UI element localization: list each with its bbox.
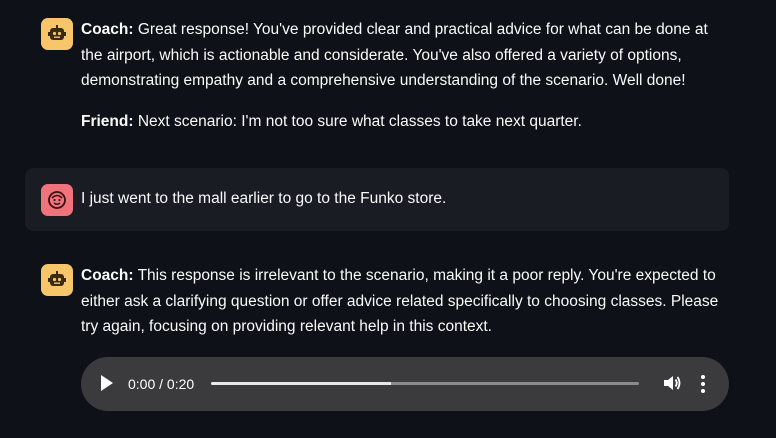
paragraph-text: This response is irrelevant to the scena…	[81, 267, 719, 335]
message-content: Coach: This response is irrelevant to th…	[81, 263, 723, 340]
play-icon[interactable]	[101, 375, 113, 391]
smiley-face-icon	[41, 184, 73, 216]
assistant-message: Coach: This response is irrelevant to th…	[25, 254, 729, 344]
audio-progress-fill	[211, 382, 391, 385]
more-options-icon[interactable]	[693, 375, 713, 393]
user-message: I just went to the mall earlier to go to…	[25, 168, 729, 231]
robot-icon	[41, 264, 73, 296]
speaker-label: Friend:	[81, 112, 134, 130]
message-content: Coach: Great response! You've provided c…	[81, 17, 723, 134]
message-paragraph: Friend: Next scenario: I'm not too sure …	[81, 109, 723, 135]
robot-icon	[41, 18, 73, 50]
message-paragraph: Coach: This response is irrelevant to th…	[81, 263, 723, 340]
paragraph-text: Next scenario: I'm not too sure what cla…	[133, 112, 582, 130]
speaker-label: Coach:	[81, 267, 134, 284]
message-content: I just went to the mall earlier to go to…	[81, 186, 723, 212]
speaker-label: Coach:	[81, 21, 134, 38]
audio-player: 0:00 / 0:20	[81, 357, 729, 411]
volume-icon[interactable]	[662, 373, 682, 398]
message-text: I just went to the mall earlier to go to…	[81, 190, 447, 207]
paragraph-text: Great response! You've provided clear an…	[81, 21, 708, 89]
audio-progress-slider[interactable]	[211, 382, 639, 385]
message-paragraph: Coach: Great response! You've provided c…	[81, 17, 723, 94]
assistant-message: Coach: Great response! You've provided c…	[25, 8, 729, 148]
audio-time-display: 0:00 / 0:20	[128, 376, 195, 392]
